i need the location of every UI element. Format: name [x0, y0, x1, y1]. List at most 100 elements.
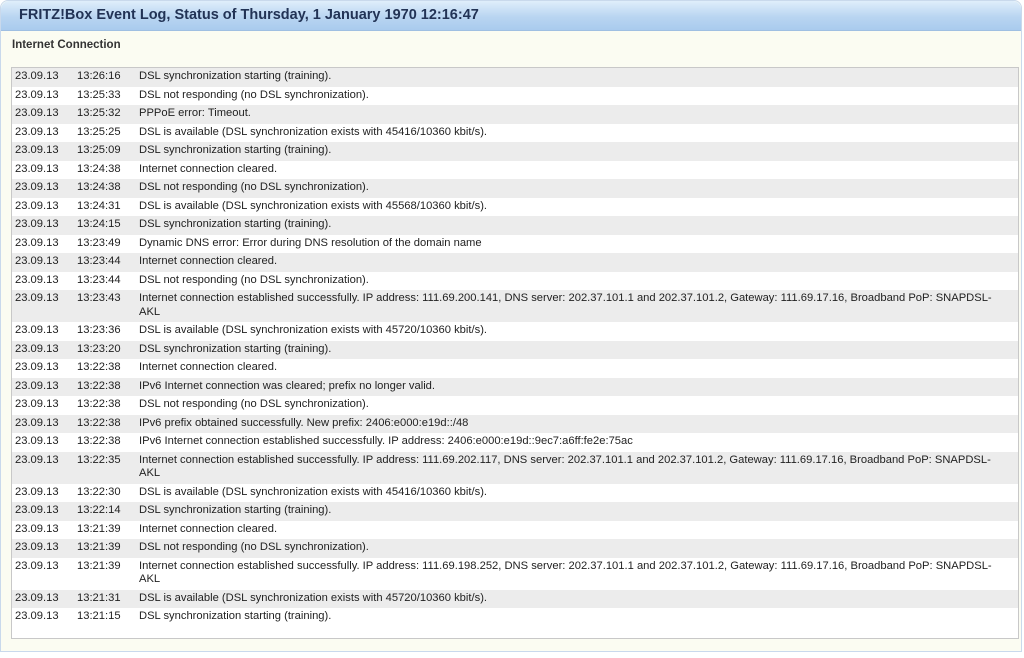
log-row: 23.09.13 13:25:32 PPPoE error: Timeout.	[12, 105, 1018, 124]
log-time: 13:21:31	[77, 589, 139, 608]
log-message: DSL synchronization starting (training).	[139, 340, 1018, 359]
log-time: 13:22:38	[77, 396, 139, 415]
log-message: Internet connection established successf…	[139, 557, 1018, 590]
log-date: 23.09.13	[12, 322, 77, 341]
log-time: 13:24:38	[77, 160, 139, 179]
log-row: 23.09.13 13:22:30 DSL is available (DSL sy…	[12, 483, 1018, 502]
log-date: 23.09.13	[12, 608, 77, 627]
log-date: 23.09.13	[12, 68, 77, 87]
log-date: 23.09.13	[12, 142, 77, 161]
log-message: DSL is available (DSL synchronization ex…	[139, 197, 1018, 216]
event-log-list[interactable]: 23.09.13 13:26:16 DSL synchronization star…	[11, 67, 1019, 639]
log-message: Dynamic DNS error: Error during DNS reso…	[139, 234, 1018, 253]
log-time: 13:23:43	[77, 290, 139, 322]
log-time: 13:23:20	[77, 340, 139, 359]
log-message: Internet connection established successf…	[139, 290, 1018, 322]
log-time: 13:23:36	[77, 322, 139, 341]
log-row: 23.09.13 13:25:09 DSL synchronization star…	[12, 142, 1018, 161]
log-row: 23.09.13 13:25:33 DSL not responding (no D…	[12, 86, 1018, 105]
log-date: 23.09.13	[12, 290, 77, 322]
log-time: 13:24:38	[77, 179, 139, 198]
log-row: 23.09.13 13:22:38 IPv6 Internet connection…	[12, 377, 1018, 396]
log-message: PPPoE error: Timeout.	[139, 105, 1018, 124]
log-row: 23.09.13 13:23:44 DSL not responding (no D…	[12, 271, 1018, 290]
log-message: DSL not responding (no DSL synchronizati…	[139, 271, 1018, 290]
log-date: 23.09.13	[12, 557, 77, 590]
event-log-window: FRITZ!Box Event Log, Status of Thursday,…	[0, 0, 1022, 652]
log-message: DSL not responding (no DSL synchronizati…	[139, 86, 1018, 105]
log-row: 23.09.13 13:24:38 DSL not responding (no D…	[12, 179, 1018, 198]
log-time: 13:26:16	[77, 68, 139, 87]
log-row: 23.09.13 13:23:36 DSL is available (DSL sy…	[12, 322, 1018, 341]
log-time: 13:22:38	[77, 359, 139, 378]
log-time: 13:23:49	[77, 234, 139, 253]
log-date: 23.09.13	[12, 105, 77, 124]
log-message: Internet connection cleared.	[139, 160, 1018, 179]
log-message: IPv6 prefix obtained successfully. New p…	[139, 414, 1018, 433]
log-time: 13:21:39	[77, 520, 139, 539]
log-date: 23.09.13	[12, 340, 77, 359]
log-date: 23.09.13	[12, 253, 77, 272]
log-date: 23.09.13	[12, 520, 77, 539]
log-date: 23.09.13	[12, 451, 77, 484]
log-time: 13:22:38	[77, 433, 139, 452]
log-date: 23.09.13	[12, 377, 77, 396]
log-row: 23.09.13 13:23:49 Dynamic DNS error: Error…	[12, 234, 1018, 253]
log-time: 13:21:39	[77, 539, 139, 558]
log-message: DSL is available (DSL synchronization ex…	[139, 123, 1018, 142]
log-time: 13:24:31	[77, 197, 139, 216]
log-message: DSL is available (DSL synchronization ex…	[139, 322, 1018, 341]
log-time: 13:24:15	[77, 216, 139, 235]
log-date: 23.09.13	[12, 433, 77, 452]
log-message: Internet connection cleared.	[139, 359, 1018, 378]
log-row: 23.09.13 13:23:44 Internet connection clea…	[12, 253, 1018, 272]
log-date: 23.09.13	[12, 271, 77, 290]
log-row: 23.09.13 13:21:39 Internet connection esta…	[12, 557, 1018, 590]
log-row: 23.09.13 13:21:39 Internet connection clea…	[12, 520, 1018, 539]
log-row: 23.09.13 13:24:31 DSL is available (DSL sy…	[12, 197, 1018, 216]
log-row: 23.09.13 13:22:14 DSL synchronization star…	[12, 502, 1018, 521]
log-date: 23.09.13	[12, 86, 77, 105]
log-date: 23.09.13	[12, 502, 77, 521]
log-row: 23.09.13 13:24:15 DSL synchronization star…	[12, 216, 1018, 235]
log-date: 23.09.13	[12, 483, 77, 502]
log-date: 23.09.13	[12, 179, 77, 198]
log-row: 23.09.13 13:22:35 Internet connection esta…	[12, 451, 1018, 484]
log-time: 13:21:15	[77, 608, 139, 627]
log-date: 23.09.13	[12, 160, 77, 179]
log-message: DSL synchronization starting (training).	[139, 608, 1018, 627]
log-message: Internet connection cleared.	[139, 520, 1018, 539]
log-row: 23.09.13 13:21:15 DSL synchronization star…	[12, 608, 1018, 627]
log-message: DSL synchronization starting (training).	[139, 502, 1018, 521]
log-message: DSL synchronization starting (training).	[139, 68, 1018, 87]
log-message: DSL not responding (no DSL synchronizati…	[139, 396, 1018, 415]
log-time: 13:22:30	[77, 483, 139, 502]
log-message: Internet connection cleared.	[139, 253, 1018, 272]
log-date: 23.09.13	[12, 197, 77, 216]
log-date: 23.09.13	[12, 396, 77, 415]
log-time: 13:21:39	[77, 557, 139, 590]
log-message: IPv6 Internet connection was cleared; pr…	[139, 377, 1018, 396]
log-row: 23.09.13 13:21:31 DSL is available (DSL sy…	[12, 589, 1018, 608]
log-date: 23.09.13	[12, 414, 77, 433]
log-date: 23.09.13	[12, 234, 77, 253]
log-time: 13:22:14	[77, 502, 139, 521]
log-message: DSL not responding (no DSL synchronizati…	[139, 539, 1018, 558]
log-row: 23.09.13 13:22:38 IPv6 Internet connection…	[12, 433, 1018, 452]
log-row: 23.09.13 13:22:38 IPv6 prefix obtained suc…	[12, 414, 1018, 433]
log-date: 23.09.13	[12, 216, 77, 235]
log-row: 23.09.13 13:23:20 DSL synchronization star…	[12, 340, 1018, 359]
log-time: 13:23:44	[77, 253, 139, 272]
log-row: 23.09.13 13:23:43 Internet connection esta…	[12, 290, 1018, 322]
log-date: 23.09.13	[12, 539, 77, 558]
log-message: IPv6 Internet connection established suc…	[139, 433, 1018, 452]
log-time: 13:22:38	[77, 414, 139, 433]
log-message: DSL is available (DSL synchronization ex…	[139, 589, 1018, 608]
log-row: 23.09.13 13:22:38 Internet connection clea…	[12, 359, 1018, 378]
log-date: 23.09.13	[12, 123, 77, 142]
log-row: 23.09.13 13:24:38 Internet connection clea…	[12, 160, 1018, 179]
log-time: 13:25:09	[77, 142, 139, 161]
log-date: 23.09.13	[12, 589, 77, 608]
log-date: 23.09.13	[12, 359, 77, 378]
log-row: 23.09.13 13:25:25 DSL is available (DSL sy…	[12, 123, 1018, 142]
